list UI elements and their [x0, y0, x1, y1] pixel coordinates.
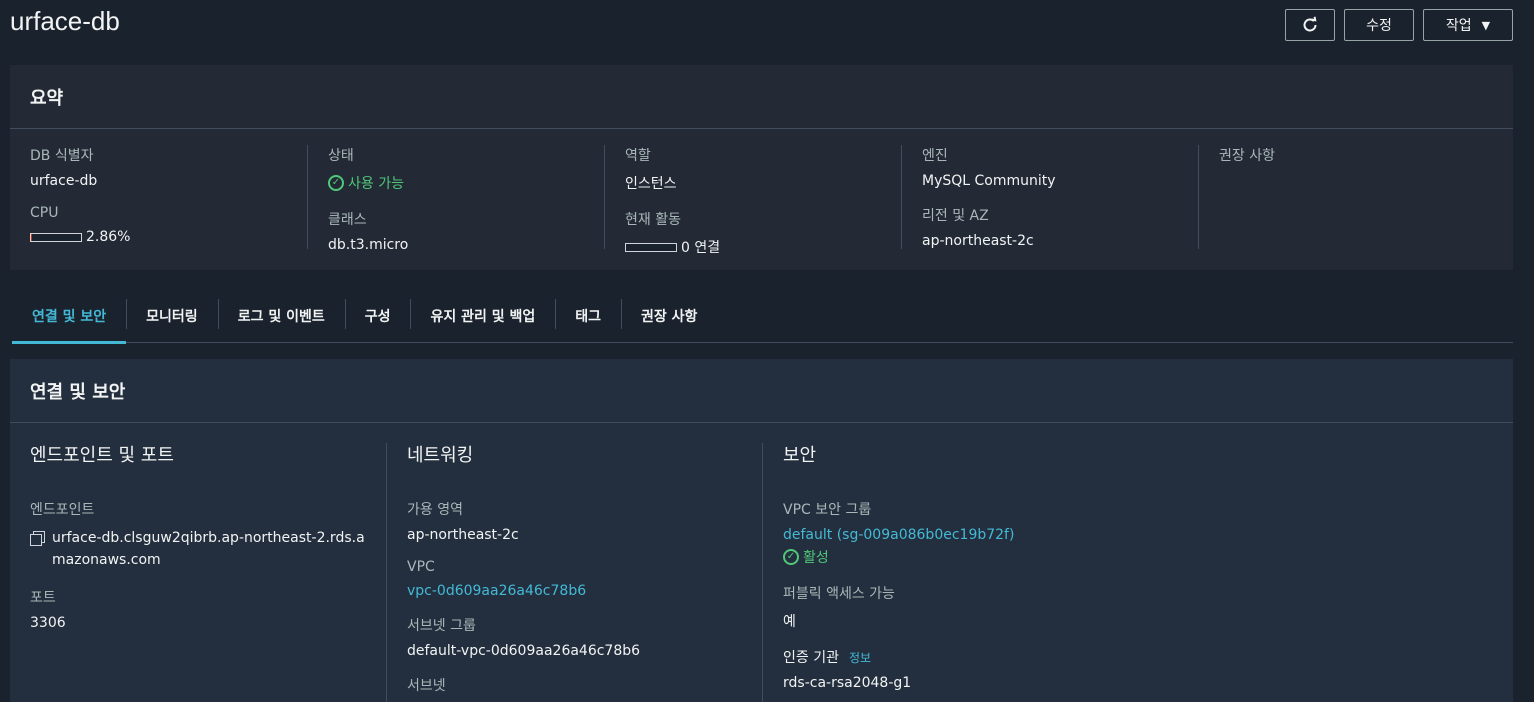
tab-monitoring[interactable]: 모니터링	[126, 290, 218, 343]
caret-down-icon: ▼	[1481, 18, 1491, 32]
check-circle-icon: ✓	[783, 549, 799, 565]
endpoint-column: 엔드포인트 및 포트 엔드포인트 urface-db.clsguw2qibrb.…	[10, 443, 386, 702]
az-value: ap-northeast-2c	[407, 527, 519, 543]
status-value: 사용 가능	[348, 176, 404, 192]
tab-connectivity-security[interactable]: 연결 및 보안	[12, 290, 127, 344]
cpu-meter-row: 2.86%	[30, 229, 307, 245]
summary-col-identifier: DB 식별자 urface-db CPU 2.86%	[10, 145, 307, 249]
security-section-title: 보안	[783, 445, 817, 466]
ca-label: 인증 기관	[783, 650, 839, 666]
activity-value: 0 연결	[681, 240, 721, 256]
activity-meter	[625, 242, 677, 252]
connectivity-grid: 엔드포인트 및 포트 엔드포인트 urface-db.clsguw2qibrb.…	[10, 423, 1513, 702]
cpu-meter-fill	[31, 233, 33, 241]
db-id-value: urface-db	[30, 173, 98, 189]
actions-dropdown-button[interactable]: 작업 ▼	[1423, 9, 1513, 41]
summary-grid: DB 식별자 urface-db CPU 2.86% 상태 ✓ 사용 가능 클래…	[10, 129, 1513, 256]
port-label: 포트	[30, 590, 56, 606]
summary-panel: 요약 DB 식별자 urface-db CPU 2.86% 상태 ✓ 사용 가능…	[10, 65, 1513, 270]
connectivity-title: 연결 및 보안	[10, 359, 1513, 423]
class-label: 클래스	[328, 212, 367, 228]
refresh-icon	[1303, 16, 1317, 32]
status-badge: ✓ 사용 가능	[328, 173, 604, 193]
summary-col-status: 상태 ✓ 사용 가능 클래스 db.t3.micro	[307, 145, 604, 253]
public-access-label: 퍼블릭 액세스 가능	[783, 586, 895, 602]
endpoint-label: 엔드포인트	[30, 502, 95, 518]
page-title: urface-db	[10, 6, 120, 36]
summary-col-recommendations: 권장 사항	[1198, 145, 1495, 249]
tab-logs-events[interactable]: 로그 및 이벤트	[217, 290, 345, 343]
activity-meter-row: 0 연결	[625, 237, 901, 257]
activity-label: 현재 활동	[625, 212, 681, 228]
az-label: 가용 영역	[407, 502, 463, 518]
db-id-label: DB 식별자	[30, 148, 94, 164]
class-value: db.t3.micro	[328, 237, 409, 253]
refresh-button[interactable]	[1285, 9, 1335, 41]
endpoint-value: urface-db.clsguw2qibrb.ap-northeast-2.rd…	[52, 530, 365, 568]
sg-status-badge: ✓ 활성	[783, 547, 1138, 567]
recommendations-label: 권장 사항	[1219, 148, 1275, 164]
tab-maintenance-backups[interactable]: 유지 관리 및 백업	[410, 290, 555, 343]
ca-label-row: 인증 기관 정보	[783, 647, 1138, 667]
port-value: 3306	[30, 615, 66, 631]
sg-label: VPC 보안 그룹	[783, 502, 872, 518]
header-actions: 수정 작업 ▼	[1285, 9, 1513, 41]
copy-icon[interactable]	[30, 531, 45, 546]
engine-label: 엔진	[922, 148, 948, 164]
ca-value: rds-ca-rsa2048-g1	[783, 675, 912, 691]
cpu-meter	[30, 232, 82, 242]
security-column: 보안 VPC 보안 그룹 default (sg-009a086b0ec19b7…	[762, 443, 1138, 702]
sg-status-value: 활성	[803, 550, 829, 566]
networking-section-title: 네트워킹	[407, 445, 474, 466]
status-label: 상태	[328, 148, 354, 164]
subnet-group-label: 서브넷 그룹	[407, 618, 476, 634]
summary-col-engine: 엔진 MySQL Community 리전 및 AZ ap-northeast-…	[901, 145, 1198, 249]
detail-tabs: 연결 및 보안 모니터링 로그 및 이벤트 구성 유지 관리 및 백업 태그 권…	[12, 290, 1513, 344]
edit-button[interactable]: 수정	[1344, 9, 1414, 41]
subnet-label: 서브넷	[407, 678, 446, 694]
tab-tags[interactable]: 태그	[555, 290, 621, 343]
check-circle-icon: ✓	[328, 175, 344, 191]
tab-configuration[interactable]: 구성	[344, 290, 411, 343]
summary-col-role: 역할 인스턴스 현재 활동 0 연결	[604, 145, 901, 256]
networking-column: 네트워킹 가용 영역 ap-northeast-2c VPC vpc-0d609…	[386, 443, 762, 702]
ca-info-link[interactable]: 정보	[849, 649, 871, 666]
cpu-label: CPU	[30, 205, 59, 221]
engine-value: MySQL Community	[922, 173, 1056, 189]
role-label: 역할	[625, 148, 651, 164]
endpoint-row: urface-db.clsguw2qibrb.ap-northeast-2.rd…	[30, 527, 365, 571]
region-label: 리전 및 AZ	[922, 208, 989, 224]
actions-label: 작업	[1445, 18, 1472, 34]
tab-recommendations[interactable]: 권장 사항	[621, 290, 717, 343]
sg-link[interactable]: default (sg-009a086b0ec19b72f)	[783, 527, 1138, 543]
summary-title: 요약	[10, 65, 1513, 129]
connectivity-panel: 연결 및 보안 엔드포인트 및 포트 엔드포인트 urface-db.clsgu…	[10, 359, 1513, 702]
cpu-value: 2.86%	[86, 229, 131, 245]
role-value: 인스턴스	[625, 176, 677, 192]
subnet-group-value: default-vpc-0d609aa26a46c78b6	[407, 643, 641, 659]
region-value: ap-northeast-2c	[922, 233, 1034, 249]
vpc-link[interactable]: vpc-0d609aa26a46c78b6	[407, 583, 762, 599]
endpoint-section-title: 엔드포인트 및 포트	[30, 445, 174, 466]
vpc-label: VPC	[407, 559, 435, 575]
public-access-value: 예	[783, 614, 796, 630]
